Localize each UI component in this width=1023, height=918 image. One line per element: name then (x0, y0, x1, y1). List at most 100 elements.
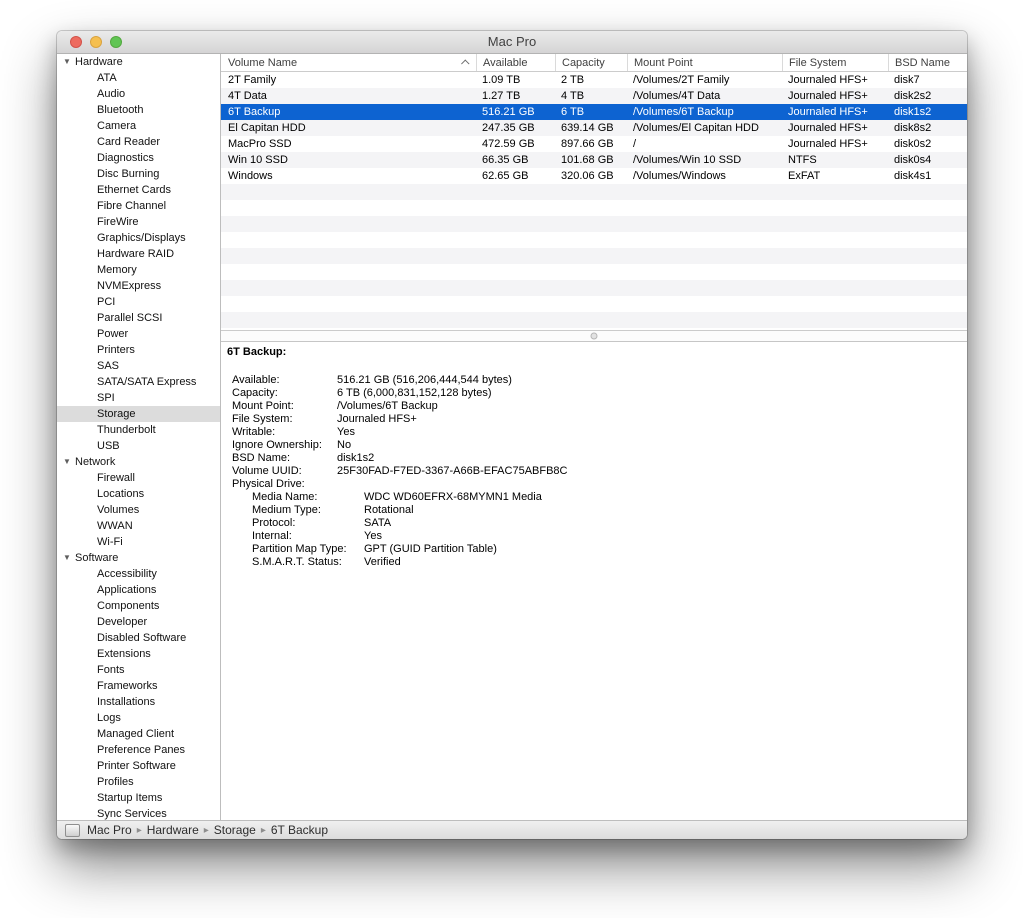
sidebar-item-logs[interactable]: Logs (57, 710, 220, 726)
sidebar-item-ata[interactable]: ATA (57, 70, 220, 86)
breadcrumb-item-6t-backup: 6T Backup (270, 823, 328, 837)
sidebar-item-spi[interactable]: SPI (57, 390, 220, 406)
table-cell: NTFS (788, 154, 817, 166)
table-cell: /Volumes/El Capitan HDD (633, 122, 759, 134)
sidebar-item-extensions[interactable]: Extensions (57, 646, 220, 662)
sidebar-item-memory[interactable]: Memory (57, 262, 220, 278)
disclosure-triangle-icon[interactable]: ▼ (63, 550, 75, 566)
detail-field: S.M.A.R.T. Status: Verified (221, 556, 967, 569)
detail-field-label: Available: (232, 374, 280, 386)
sidebar-item-developer[interactable]: Developer (57, 614, 220, 630)
sidebar-item-sync-services[interactable]: Sync Services (57, 806, 220, 820)
detail-field-label: Partition Map Type: (252, 543, 347, 555)
column-header-mount-point[interactable]: Mount Point (628, 54, 783, 71)
sidebar-item-card-reader[interactable]: Card Reader (57, 134, 220, 150)
table-row[interactable]: MacPro SSD 472.59 GB 897.66 GB / Journaled H… (221, 136, 967, 152)
splitter-handle-icon[interactable] (590, 332, 598, 340)
table-cell: 247.35 GB (482, 122, 535, 134)
sidebar-item-usb[interactable]: USB (57, 438, 220, 454)
breadcrumb-separator-icon: ▸ (203, 824, 209, 836)
table-cell: Journaled HFS+ (788, 90, 868, 102)
table-row[interactable]: Win 10 SSD 66.35 GB 101.68 GB/Volumes/Win … (221, 152, 967, 168)
table-row[interactable]: 6T Backup 516.21 GB 6 TB/Volumes/6T Backup… (221, 104, 967, 120)
sidebar-section-label: Network (75, 456, 116, 468)
detail-field-value: /Volumes/6T Backup (337, 400, 438, 412)
sidebar-item-disc-burning[interactable]: Disc Burning (57, 166, 220, 182)
sidebar-section-hardware[interactable]: ▼ Hardware (57, 54, 220, 70)
sidebar-item-installations[interactable]: Installations (57, 694, 220, 710)
column-header-file-system[interactable]: File System (783, 54, 889, 71)
sidebar-item-wi-fi[interactable]: Wi-Fi (57, 534, 220, 550)
sidebar-item-diagnostics[interactable]: Diagnostics (57, 150, 220, 166)
sidebar: ▼ Hardware ATA Audio Bluetooth Camera Card Rea… (57, 54, 221, 820)
sidebar-item-sata-sata-express[interactable]: SATA/SATA Express (57, 374, 220, 390)
title-bar[interactable]: Mac Pro (57, 31, 967, 54)
disclosure-triangle-icon[interactable]: ▼ (63, 54, 75, 70)
table-row[interactable]: El Capitan HDD 247.35 GB 639.14 GB/Volumes… (221, 120, 967, 136)
detail-field-label: Mount Point: (232, 400, 294, 412)
table-cell: disk2s2 (894, 90, 932, 102)
detail-field-value: Yes (337, 426, 355, 438)
table-row[interactable]: 4T Data 1.27 TB 4 TB/Volumes/4T Data Journa… (221, 88, 967, 104)
sidebar-item-printer-software[interactable]: Printer Software (57, 758, 220, 774)
sidebar-item-audio[interactable]: Audio (57, 86, 220, 102)
sidebar-item-nvmexpress[interactable]: NVMExpress (57, 278, 220, 294)
table-cell: 472.59 GB (482, 138, 535, 150)
sidebar-item-parallel-scsi[interactable]: Parallel SCSI (57, 310, 220, 326)
breadcrumb-separator-icon: ▸ (136, 824, 142, 836)
sidebar-item-pci[interactable]: PCI (57, 294, 220, 310)
column-header-bsd-name[interactable]: BSD Name (889, 54, 967, 71)
sidebar-item-thunderbolt[interactable]: Thunderbolt (57, 422, 220, 438)
sidebar-item-startup-items[interactable]: Startup Items (57, 790, 220, 806)
sidebar-item-hardware-raid[interactable]: Hardware RAID (57, 246, 220, 262)
sidebar-section-network[interactable]: ▼ Network (57, 454, 220, 470)
sidebar-item-power[interactable]: Power (57, 326, 220, 342)
table-row[interactable]: Windows 62.65 GB 320.06 GB/Volumes/Windows… (221, 168, 967, 184)
table-row[interactable]: 2T Family 1.09 TB 2 TB/Volumes/2T Family Jo… (221, 72, 967, 88)
sidebar-section-software[interactable]: ▼ Software (57, 550, 220, 566)
table-cell: 2 TB (561, 74, 585, 86)
sidebar-item-components[interactable]: Components (57, 598, 220, 614)
detail-field-value: No (337, 439, 352, 451)
sidebar-item-fibre-channel[interactable]: Fibre Channel (57, 198, 220, 214)
table-header: Volume Name Available Capacity Mount Point F… (221, 54, 967, 72)
sidebar-item-disabled-software[interactable]: Disabled Software (57, 630, 220, 646)
sidebar-item-bluetooth[interactable]: Bluetooth (57, 102, 220, 118)
sidebar-item-managed-client[interactable]: Managed Client (57, 726, 220, 742)
disclosure-triangle-icon[interactable]: ▼ (63, 454, 75, 470)
sidebar-item-storage[interactable]: Storage (57, 406, 220, 422)
column-header-capacity[interactable]: Capacity (556, 54, 628, 71)
sidebar-item-volumes[interactable]: Volumes (57, 502, 220, 518)
column-header-volume-name[interactable]: Volume Name (221, 54, 477, 71)
table-cell: disk4s1 (894, 170, 932, 182)
status-bar: Mac Pro ▸ Hardware ▸ Storage ▸ 6T Backup (57, 820, 967, 839)
table-cell: El Capitan HDD (228, 122, 306, 134)
pane-splitter[interactable] (221, 330, 967, 342)
table-cell: /Volumes/Windows (633, 170, 726, 182)
sidebar-item-profiles[interactable]: Profiles (57, 774, 220, 790)
table-cell: 2T Family (228, 74, 277, 86)
sidebar-item-applications[interactable]: Applications (57, 582, 220, 598)
sidebar-item-ethernet-cards[interactable]: Ethernet Cards (57, 182, 220, 198)
sidebar-item-camera[interactable]: Camera (57, 118, 220, 134)
sidebar-item-firewire[interactable]: FireWire (57, 214, 220, 230)
detail-field-label: Internal: (252, 530, 292, 542)
sidebar-section-label: Software (75, 552, 119, 564)
sidebar-item-fonts[interactable]: Fonts (57, 662, 220, 678)
table-cell: 897.66 GB (561, 138, 614, 150)
sidebar-item-wwan[interactable]: WWAN (57, 518, 220, 534)
detail-field: Protocol: SATA (221, 517, 967, 530)
column-header-available[interactable]: Available (477, 54, 556, 71)
sidebar-item-locations[interactable]: Locations (57, 486, 220, 502)
sidebar-item-firewall[interactable]: Firewall (57, 470, 220, 486)
table-cell: Journaled HFS+ (788, 138, 868, 150)
sidebar-item-graphics-displays[interactable]: Graphics/Displays (57, 230, 220, 246)
breadcrumb-item-mac-pro: Mac Pro (87, 823, 132, 837)
detail-field: Medium Type: Rotational (221, 504, 967, 517)
sidebar-item-sas[interactable]: SAS (57, 358, 220, 374)
sidebar-item-accessibility[interactable]: Accessibility (57, 566, 220, 582)
detail-field-value: GPT (GUID Partition Table) (364, 543, 497, 555)
sidebar-item-preference-panes[interactable]: Preference Panes (57, 742, 220, 758)
sidebar-item-printers[interactable]: Printers (57, 342, 220, 358)
sidebar-item-frameworks[interactable]: Frameworks (57, 678, 220, 694)
